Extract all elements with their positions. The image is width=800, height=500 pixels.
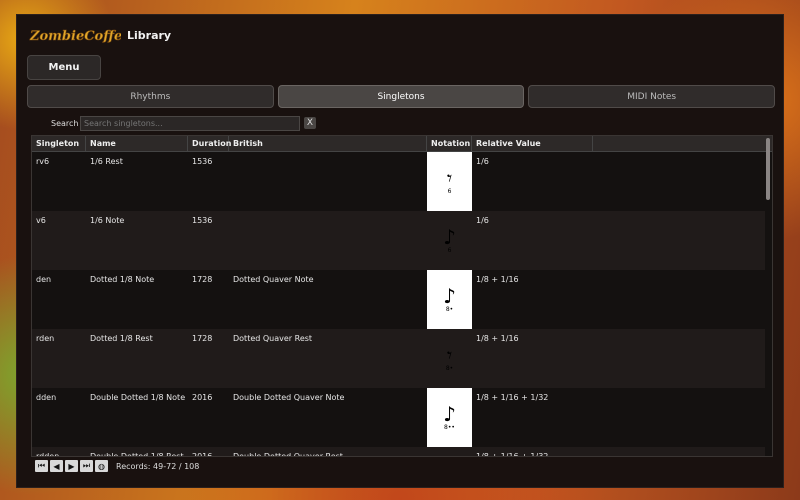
col-duration[interactable]: Duration [188,136,231,151]
notation-cell: ♪ 6 [427,211,472,270]
cell-singleton: dden [36,393,57,402]
table-row[interactable]: v6 1/6 Note 1536 1/6 [32,211,765,270]
cell-relative: 1/8 + 1/16 + 1/32 [472,452,548,456]
cell-duration: 1536 [192,216,213,225]
table-body: rv6 1/6 Rest 1536 1/6 𝄾 6 v6 1/6 Note 1536 1/6 ♪ 6 d… [32,152,772,456]
cell-british: Double Dotted Quaver Note [233,393,345,402]
first-page-icon[interactable]: ⏮ [35,460,48,472]
cell-relative: 1/6 [476,216,489,225]
cell-duration: 2016 [188,452,212,456]
notation-subscript: 8•• [444,424,455,431]
cell-duration: 1728 [192,275,213,284]
notation-cell: 𝄾 8• [427,329,472,388]
cell-british: Double Dotted Quaver Rest [229,452,343,456]
table-header: Singleton Name Duration British Notation… [32,136,772,152]
notation-cell: 𝄾 6 [427,152,472,211]
eighth-note-icon: ♪ [443,284,456,308]
menu-button[interactable]: Menu [27,55,101,80]
singletons-table: Singleton Name Duration British Notation… [31,135,773,457]
cell-duration: 1728 [192,334,213,343]
col-british[interactable]: British [229,136,427,151]
table-row[interactable]: dden Double Dotted 1/8 Note 2016 Double Dot… [32,388,765,447]
prev-page-icon[interactable]: ◀ [50,460,63,472]
next-page-icon[interactable]: ▶ [65,460,78,472]
cell-name: Dotted 1/8 Rest [90,334,153,343]
logo-text: ZombieCoffee [29,29,121,44]
notation-cell: 𝄾8•• [427,447,472,456]
cell-relative: 1/6 [476,157,489,166]
table-row[interactable]: rden Dotted 1/8 Rest 1728 Dotted Quaver Res… [32,329,765,388]
notation-subscript: 6 [447,188,452,195]
cell-duration: 1536 [192,157,213,166]
col-relative-value[interactable]: Relative Value [472,136,593,151]
cell-name: 1/6 Rest [90,157,123,166]
cell-british: Dotted Quaver Rest [233,334,313,343]
eighth-note-icon: ♪ [443,402,456,426]
eighth-note-icon: ♪ [443,225,456,249]
cell-singleton: v6 [36,216,46,225]
notation-cell: ♪ 8• [427,270,472,329]
library-window: ZombieCoffee Library Menu Rhythms Single… [16,14,784,488]
col-notation[interactable]: Notation [427,136,472,151]
col-singleton[interactable]: Singleton [32,136,86,151]
tab-midi-notes[interactable]: MIDI Notes [528,85,776,108]
search-input[interactable] [80,116,300,131]
notation-subscript: 8• [445,365,454,372]
zombiecoffee-logo: ZombieCoffee [29,24,131,49]
cell-singleton: rdden [32,452,59,456]
tab-bar: Rhythms Singletons MIDI Notes [27,85,776,108]
notation-subscript: 8• [445,306,454,313]
col-name[interactable]: Name [86,136,188,151]
records-count: Records: 49-72 / 108 [116,461,200,471]
cell-relative: 1/8 + 1/16 [476,275,519,284]
table-row[interactable]: rv6 1/6 Rest 1536 1/6 [32,152,765,211]
tab-singletons[interactable]: Singletons [277,85,525,108]
cell-singleton: den [36,275,52,284]
notation-subscript: 6 [447,247,452,254]
cell-name: 1/6 Note [90,216,125,225]
cell-name: Double Dotted 1/8 Rest [86,452,184,456]
cell-singleton: rden [36,334,55,343]
table-row[interactable]: den Dotted 1/8 Note 1728 Dotted Quaver Note… [32,270,765,329]
cell-name: Double Dotted 1/8 Note [90,393,186,402]
cell-relative: 1/8 + 1/16 [476,334,519,343]
cell-name: Dotted 1/8 Note [90,275,155,284]
vertical-scrollbar[interactable] [766,138,770,438]
cell-british: Dotted Quaver Note [233,275,314,284]
last-page-icon[interactable]: ⏭ [80,460,93,472]
notation-cell: ♪ 8•• [427,388,472,447]
scroll-thumb[interactable] [766,138,770,200]
table-row[interactable]: rdden Double Dotted 1/8 Rest 2016 Double Do… [32,447,765,456]
globe-icon[interactable]: ◍ [95,460,108,472]
tab-rhythms[interactable]: Rhythms [27,85,274,108]
cell-singleton: rv6 [36,157,50,166]
cell-relative: 1/8 + 1/16 + 1/32 [476,393,549,402]
rest-symbol-icon: 𝄾 [446,343,453,367]
cell-duration: 2016 [192,393,213,402]
pagination-bar: ⏮ ◀ ▶ ⏭ ◍ Records: 49-72 / 108 [35,459,199,473]
clear-icon[interactable]: X [304,117,316,129]
page-title: Library [127,29,172,42]
rest-symbol-icon: 𝄾 [446,166,453,190]
search-label: Search [51,119,79,128]
